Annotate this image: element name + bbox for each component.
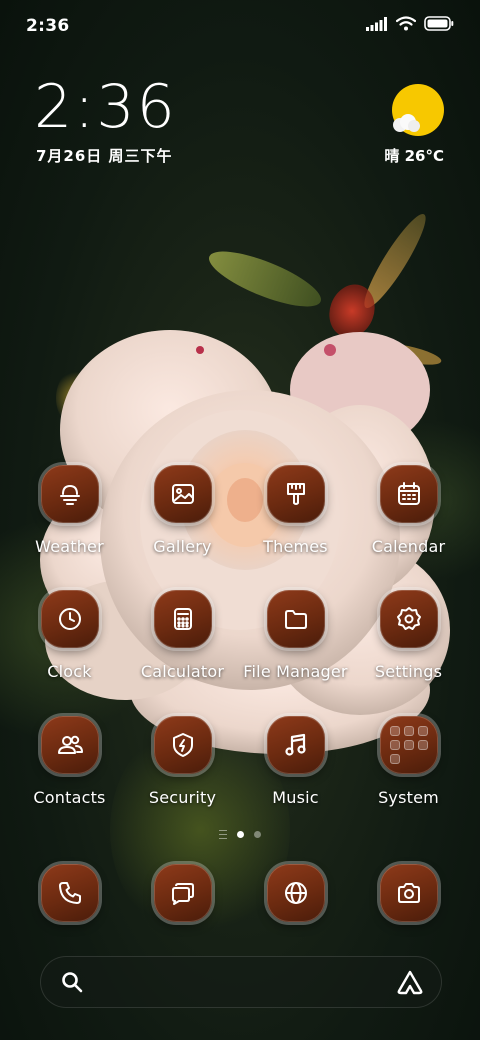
app-label: Calendar [371, 537, 446, 556]
app-clock[interactable]: Clock [13, 590, 126, 681]
calculator-icon[interactable] [153, 590, 212, 648]
app-contacts[interactable]: Contacts [13, 716, 126, 807]
app-weather[interactable]: Weather [13, 465, 126, 556]
app-label: Themes [263, 537, 328, 556]
phone-icon[interactable] [40, 864, 99, 922]
contacts-icon[interactable] [40, 716, 99, 774]
folder-icon[interactable] [266, 590, 325, 648]
camera-icon[interactable] [379, 864, 438, 922]
clock-icon[interactable] [40, 590, 99, 648]
dock-browser[interactable] [239, 864, 352, 922]
app-label: System [378, 788, 439, 807]
dock-camera[interactable] [352, 864, 465, 922]
battery-icon [424, 16, 454, 31]
gear-icon[interactable] [379, 590, 438, 648]
wifi-icon [396, 16, 416, 31]
gallery-icon[interactable] [153, 465, 212, 523]
cloud-icon [393, 114, 420, 132]
search-bar[interactable] [40, 956, 442, 1008]
page-indicator[interactable] [0, 830, 480, 839]
assistant-icon[interactable] [396, 969, 424, 995]
app-label: Weather [35, 537, 104, 556]
page-dot[interactable] [254, 831, 261, 838]
dock-messages[interactable] [126, 864, 239, 922]
app-label: File Manager [243, 662, 348, 681]
app-label: Calculator [140, 662, 225, 681]
messages-icon[interactable] [153, 864, 212, 922]
status-bar: 2:36 [0, 0, 480, 50]
app-calendar[interactable]: Calendar [352, 465, 465, 556]
app-label: Music [272, 788, 319, 807]
folder-grid-icon[interactable] [379, 716, 438, 774]
app-file-manager[interactable]: File Manager [239, 590, 352, 681]
app-label: Gallery [153, 537, 212, 556]
app-label: Contacts [33, 788, 106, 807]
app-label: Clock [47, 662, 92, 681]
page-dot-active[interactable] [237, 831, 244, 838]
themes-icon[interactable] [266, 465, 325, 523]
clock-widget-date[interactable]: 7月26日 周三下午 [36, 145, 173, 166]
app-label: Security [148, 788, 217, 807]
signal-icon [366, 16, 387, 31]
app-gallery[interactable]: Gallery [126, 465, 239, 556]
app-music[interactable]: Music [239, 716, 352, 807]
globe-icon[interactable] [266, 864, 325, 922]
app-themes[interactable]: Themes [239, 465, 352, 556]
weather-text[interactable]: 晴 26°C [384, 145, 444, 166]
search-icon[interactable] [60, 970, 84, 994]
dock-phone[interactable] [13, 864, 126, 922]
status-time: 2:36 [26, 16, 70, 36]
app-settings[interactable]: Settings [352, 590, 465, 681]
weather-icon[interactable] [40, 465, 99, 523]
calendar-icon[interactable] [379, 465, 438, 523]
clock-widget-time[interactable]: 2:36 [34, 72, 177, 142]
music-icon[interactable] [266, 716, 325, 774]
app-system-folder[interactable]: System [352, 716, 465, 807]
app-calculator[interactable]: Calculator [126, 590, 239, 681]
page-list-icon[interactable] [219, 830, 227, 839]
shield-icon[interactable] [153, 716, 212, 774]
app-security[interactable]: Security [126, 716, 239, 807]
app-label: Settings [374, 662, 443, 681]
